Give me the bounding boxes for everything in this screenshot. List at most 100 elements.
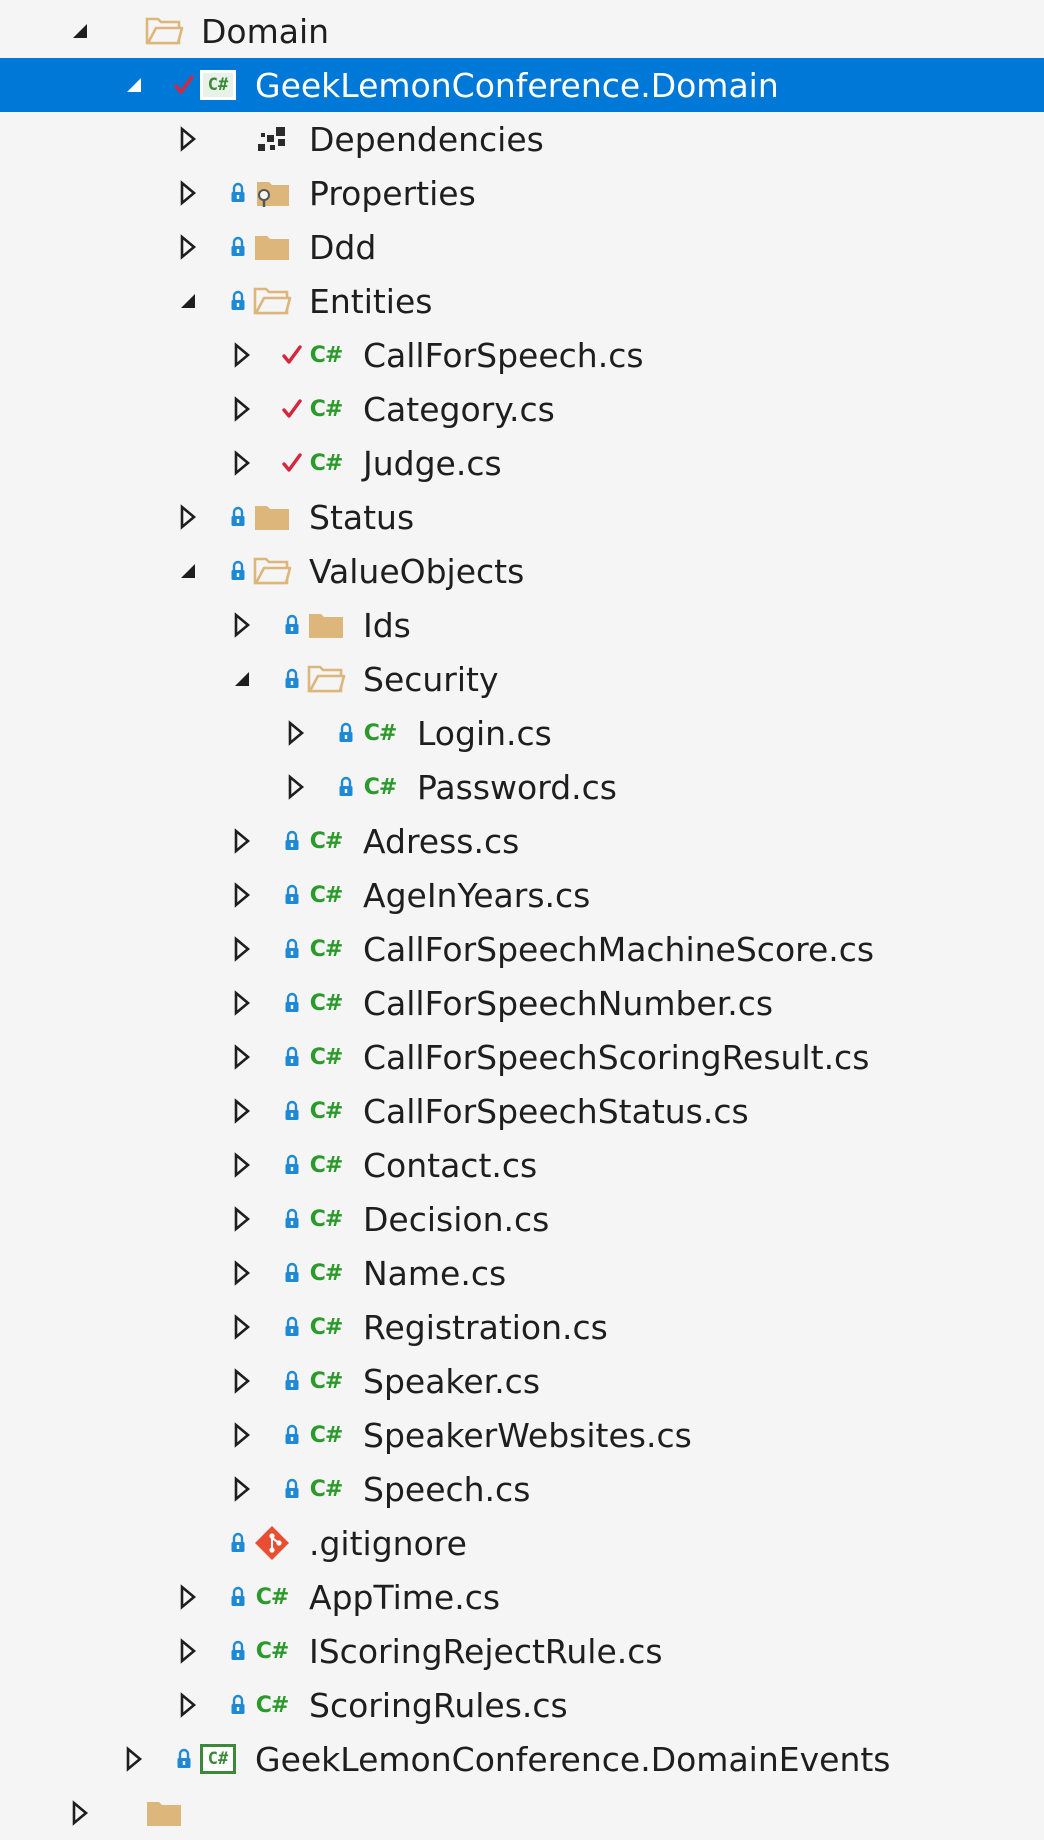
lock-icon (281, 938, 303, 960)
tree-item-label: Entities (309, 281, 433, 321)
no-expander (175, 1528, 201, 1558)
tree-item[interactable]: Status (0, 490, 1044, 544)
tree-item[interactable]: C# CallForSpeechMachineScore.cs (0, 922, 1044, 976)
lock-icon (281, 1208, 303, 1230)
csharp-project-icon: C# (197, 67, 239, 103)
tree-item[interactable]: C# GeekLemonConference.Domain (0, 58, 1044, 112)
collapsed-arrow-icon[interactable] (229, 1420, 255, 1450)
folder-open-icon (143, 13, 185, 49)
tree-item[interactable]: C# AgeInYears.cs (0, 868, 1044, 922)
tree-item[interactable]: C# Login.cs (0, 706, 1044, 760)
tree-item[interactable]: C# SpeakerWebsites.cs (0, 1408, 1044, 1462)
tree-item[interactable]: Domain (0, 4, 1044, 58)
tree-item[interactable]: C# Registration.cs (0, 1300, 1044, 1354)
collapsed-arrow-icon[interactable] (229, 1096, 255, 1126)
folder-icon (305, 607, 347, 643)
expanded-arrow-icon[interactable] (121, 70, 147, 100)
tree-item-label: ValueObjects (309, 551, 525, 591)
checkmark-icon (281, 398, 303, 420)
tree-item[interactable]: Dependencies (0, 112, 1044, 166)
collapsed-arrow-icon[interactable] (175, 232, 201, 262)
tree-item[interactable]: C# ScoringRules.cs (0, 1678, 1044, 1732)
tree-item-label: ScoringRules.cs (309, 1685, 568, 1725)
tree-item-label: Category.cs (363, 389, 555, 429)
tree-item-label: Dependencies (309, 119, 544, 159)
tree-item[interactable]: .gitignore (0, 1516, 1044, 1570)
tree-item-label: GeekLemonConference.DomainEvents (255, 1739, 891, 1779)
collapsed-arrow-icon[interactable] (175, 502, 201, 532)
tree-item[interactable]: C# Judge.cs (0, 436, 1044, 490)
lock-icon (227, 182, 249, 204)
csharp-file-icon: C# (363, 774, 398, 800)
collapsed-arrow-icon[interactable] (229, 394, 255, 424)
tree-item[interactable]: C# Adress.cs (0, 814, 1044, 868)
tree-item[interactable] (0, 1786, 1044, 1840)
tree-item-label: Contact.cs (363, 1145, 538, 1185)
collapsed-arrow-icon[interactable] (229, 988, 255, 1018)
collapsed-arrow-icon[interactable] (175, 1582, 201, 1612)
tree-item[interactable]: Ddd (0, 220, 1044, 274)
tree-item[interactable]: C# Name.cs (0, 1246, 1044, 1300)
collapsed-arrow-icon[interactable] (229, 1312, 255, 1342)
csharp-file-icon: C# (309, 450, 344, 476)
tree-item[interactable]: C# Category.cs (0, 382, 1044, 436)
collapsed-arrow-icon[interactable] (229, 1204, 255, 1234)
csharp-file-icon: C# (309, 1422, 344, 1448)
tree-item-label: SpeakerWebsites.cs (363, 1415, 692, 1455)
git-icon (251, 1525, 293, 1561)
tree-item-label: Ddd (309, 227, 377, 267)
lock-icon (281, 830, 303, 852)
tree-item[interactable]: C# Password.cs (0, 760, 1044, 814)
lock-icon (227, 236, 249, 258)
collapsed-arrow-icon[interactable] (229, 880, 255, 910)
tree-item[interactable]: C# CallForSpeechStatus.cs (0, 1084, 1044, 1138)
tree-item[interactable]: C# CallForSpeech.cs (0, 328, 1044, 382)
collapsed-arrow-icon[interactable] (175, 1636, 201, 1666)
tree-item[interactable]: Entities (0, 274, 1044, 328)
collapsed-arrow-icon[interactable] (229, 340, 255, 370)
collapsed-arrow-icon[interactable] (175, 1690, 201, 1720)
csharp-file-icon: C# (309, 828, 344, 854)
collapsed-arrow-icon[interactable] (229, 1150, 255, 1180)
collapsed-arrow-icon[interactable] (229, 1366, 255, 1396)
tree-item[interactable]: C# Contact.cs (0, 1138, 1044, 1192)
collapsed-arrow-icon[interactable] (229, 1474, 255, 1504)
collapsed-arrow-icon[interactable] (229, 1258, 255, 1288)
expanded-arrow-icon[interactable] (175, 556, 201, 586)
collapsed-arrow-icon[interactable] (229, 610, 255, 640)
collapsed-arrow-icon[interactable] (175, 124, 201, 154)
tree-item[interactable]: Ids (0, 598, 1044, 652)
collapsed-arrow-icon[interactable] (229, 934, 255, 964)
collapsed-arrow-icon[interactable] (229, 826, 255, 856)
tree-item[interactable]: C# AppTime.cs (0, 1570, 1044, 1624)
tree-item[interactable]: C# CallForSpeechScoringResult.cs (0, 1030, 1044, 1084)
csharp-file-icon: C# (309, 1476, 344, 1502)
expanded-arrow-icon[interactable] (67, 16, 93, 46)
collapsed-arrow-icon[interactable] (229, 448, 255, 478)
tree-item-label: .gitignore (309, 1523, 467, 1563)
tree-item-label: Ids (363, 605, 411, 645)
folder-open-icon (305, 661, 347, 697)
tree-item[interactable]: C# Speaker.cs (0, 1354, 1044, 1408)
collapsed-arrow-icon[interactable] (121, 1744, 147, 1774)
csharp-file-icon: C# (255, 1692, 290, 1718)
expanded-arrow-icon[interactable] (175, 286, 201, 316)
collapsed-arrow-icon[interactable] (283, 772, 309, 802)
tree-item[interactable]: C# IScoringRejectRule.cs (0, 1624, 1044, 1678)
tree-item[interactable]: C# Decision.cs (0, 1192, 1044, 1246)
folder-open-icon (251, 553, 293, 589)
expanded-arrow-icon[interactable] (229, 664, 255, 694)
csharp-file-icon: C# (309, 1044, 344, 1070)
tree-item[interactable]: Properties (0, 166, 1044, 220)
tree-item[interactable]: ValueObjects (0, 544, 1044, 598)
collapsed-arrow-icon[interactable] (283, 718, 309, 748)
tree-item[interactable]: C# CallForSpeechNumber.cs (0, 976, 1044, 1030)
tree-item-label: Domain (201, 11, 330, 51)
collapsed-arrow-icon[interactable] (229, 1042, 255, 1072)
tree-item[interactable]: C# GeekLemonConference.DomainEvents (0, 1732, 1044, 1786)
lock-icon (281, 1370, 303, 1392)
tree-item[interactable]: C# Speech.cs (0, 1462, 1044, 1516)
collapsed-arrow-icon[interactable] (175, 178, 201, 208)
tree-item-label: Judge.cs (363, 443, 502, 483)
tree-item[interactable]: Security (0, 652, 1044, 706)
